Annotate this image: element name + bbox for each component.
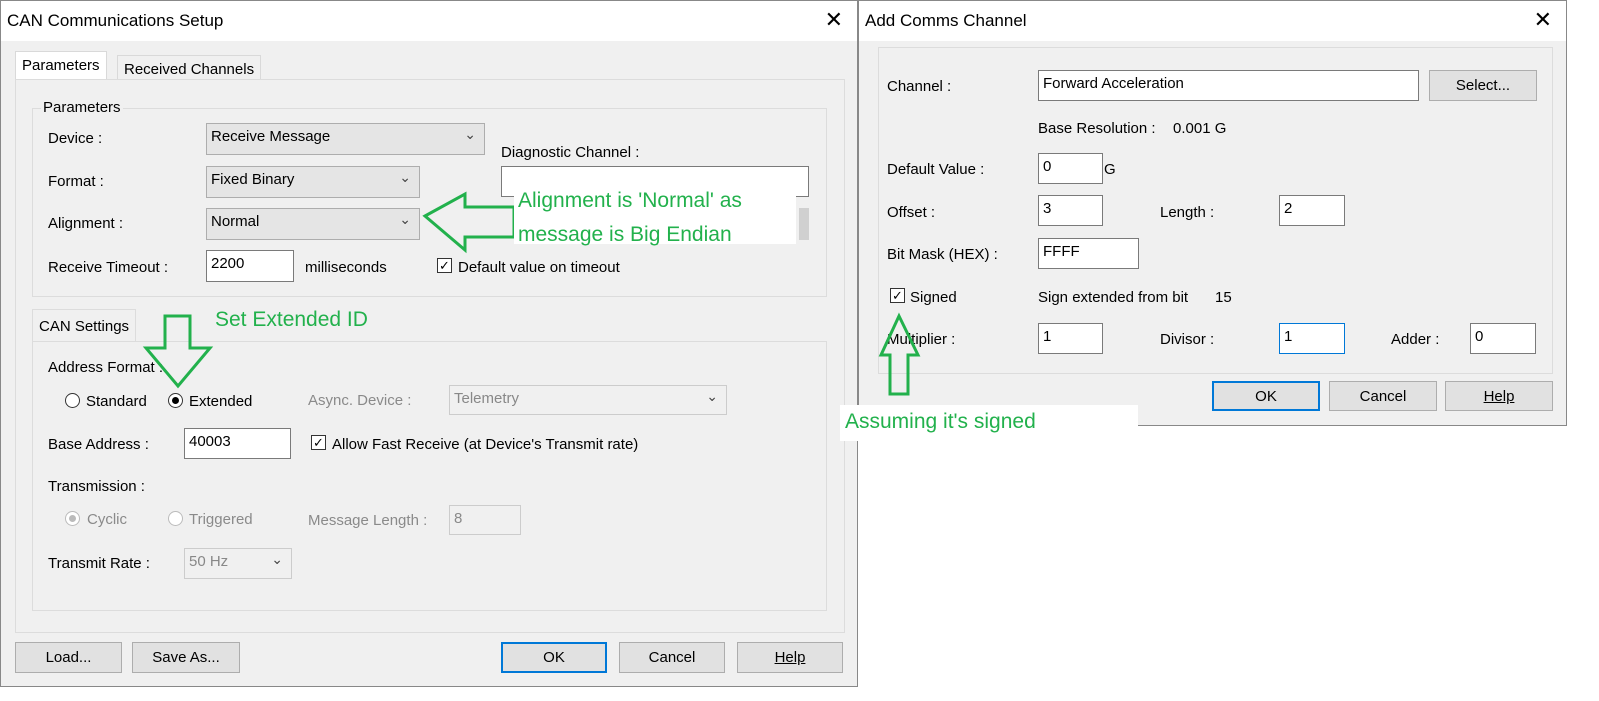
left-arrow-icon	[422, 191, 516, 254]
annotation-arrows	[142, 191, 921, 396]
alignment-note-line2: message is Big Endian	[518, 223, 732, 246]
alignment-note: Alignment is 'Normal' as message is Big …	[518, 184, 742, 252]
signed-note: Assuming it's signed	[845, 410, 1036, 433]
extended-note: Set Extended ID	[215, 308, 368, 331]
down-arrow-icon	[142, 314, 214, 389]
up-arrow-icon	[878, 312, 921, 396]
alignment-note-line1: Alignment is 'Normal' as	[518, 189, 742, 212]
